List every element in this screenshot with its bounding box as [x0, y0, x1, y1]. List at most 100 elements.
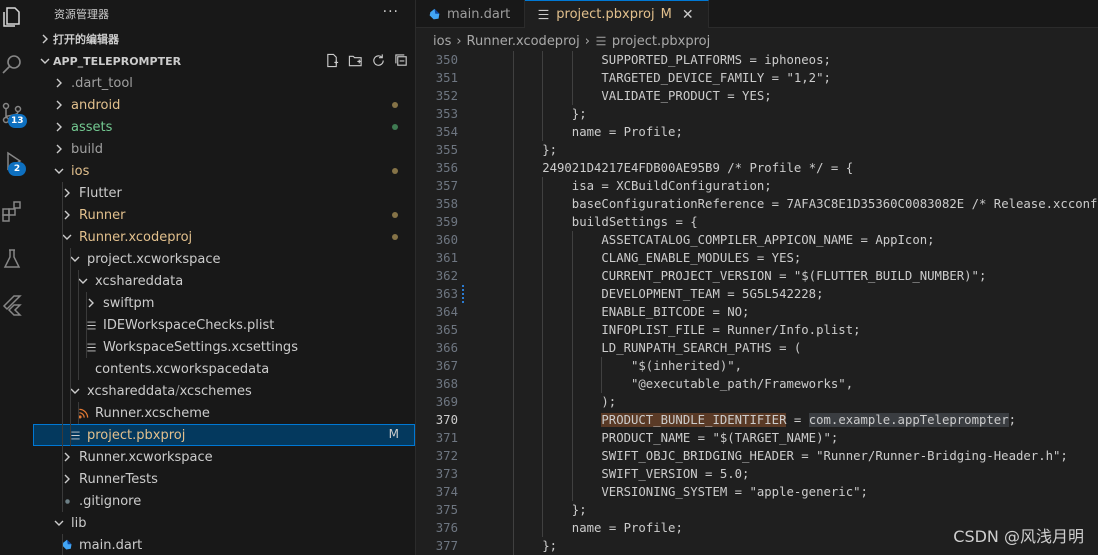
- line-number: 356: [435, 161, 458, 175]
- flutter-icon[interactable]: [0, 288, 33, 322]
- indent-guide: [542, 303, 544, 321]
- tree-item[interactable]: Runner: [33, 204, 415, 226]
- tree-item[interactable]: contents.xcworkspacedata: [33, 358, 415, 380]
- tree-item[interactable]: .dart_tool: [33, 72, 415, 94]
- tree-item[interactable]: swiftpm: [33, 292, 415, 314]
- indent-guide: [512, 105, 514, 123]
- breadcrumb-separator-icon: ›: [456, 33, 462, 49]
- line-number: 372: [435, 449, 458, 463]
- line-number: 366: [435, 341, 458, 355]
- tab-main-dart[interactable]: main.dart: [416, 0, 526, 28]
- indent-guide: [542, 447, 544, 465]
- tree-item[interactable]: Runner.xcworkspace: [33, 446, 415, 468]
- indent-guide: [542, 483, 544, 501]
- new-folder-icon[interactable]: [348, 53, 363, 68]
- code-text: INFOPLIST_FILE = Runner/Info.plist;: [601, 323, 861, 337]
- tree-item-label: lib: [71, 515, 87, 531]
- tree-item[interactable]: lib: [33, 512, 415, 534]
- indent-guide: [62, 402, 63, 424]
- indent-guide: [62, 270, 63, 292]
- indent-guide: [512, 411, 514, 429]
- breadcrumb-item[interactable]: project.pbxproj: [612, 34, 710, 49]
- line-number: 364: [435, 305, 458, 319]
- git-status-dot: [392, 102, 398, 108]
- indent-guide: [542, 429, 544, 447]
- indent-guide: [571, 357, 573, 375]
- breadcrumb-item[interactable]: ios: [433, 34, 451, 49]
- indent-guide: [571, 69, 573, 87]
- indent-guide: [571, 411, 573, 429]
- indent-guide: [512, 465, 514, 483]
- list-file-icon: [537, 8, 550, 21]
- tree-item[interactable]: Flutter: [33, 182, 415, 204]
- close-tab-icon[interactable]: ✕: [682, 7, 694, 23]
- indent-guide: [542, 285, 544, 303]
- tree-item-label: assets: [71, 119, 113, 135]
- tree-item-label: contents.xcworkspacedata: [95, 361, 270, 377]
- tree-item[interactable]: assets: [33, 116, 415, 138]
- indent-guide: [70, 314, 71, 336]
- line-number: 353: [435, 107, 458, 121]
- indent-guide: [512, 429, 514, 447]
- tree-item[interactable]: android: [33, 94, 415, 116]
- open-editors-section[interactable]: 打开的编辑器: [33, 28, 415, 50]
- chevron-right-icon: [52, 76, 66, 90]
- code-line: 354 name = Profile;: [416, 123, 1098, 141]
- line-number: 357: [435, 179, 458, 193]
- tree-item[interactable]: .gitignore: [33, 490, 415, 512]
- tree-item[interactable]: ios: [33, 160, 415, 182]
- tree-item[interactable]: Runner.xcodeproj: [33, 226, 415, 248]
- code-line: 373 SWIFT_VERSION = 5.0;: [416, 465, 1098, 483]
- code-editor[interactable]: 350 SUPPORTED_PLATFORMS = iphoneos; 351 TAR…: [416, 51, 1098, 555]
- code-line: 362 CURRENT_PROJECT_VERSION = "$(FLUTTER_…: [416, 267, 1098, 285]
- tree-item-label: .dart_tool: [71, 75, 133, 91]
- tree-item[interactable]: Runner.xcscheme: [33, 402, 415, 424]
- indent-guide: [78, 336, 79, 358]
- indent-guide: [62, 358, 63, 380]
- source-control-icon[interactable]: 13: [0, 96, 33, 130]
- explorer-icon[interactable]: [0, 0, 33, 34]
- indent-guide: [62, 380, 63, 402]
- tree-item[interactable]: IDEWorkspaceChecks.plist: [33, 314, 415, 336]
- indent-guide: [70, 424, 71, 446]
- line-number: 360: [435, 233, 458, 247]
- indent-guide: [542, 321, 544, 339]
- tree-item[interactable]: xcshareddata / xcschemes: [33, 380, 415, 402]
- indent-guide: [512, 159, 514, 177]
- tree-item[interactable]: build: [33, 138, 415, 160]
- code-line: 367 "$(inherited)",: [416, 357, 1098, 375]
- project-section[interactable]: APP_TELEPROMPTER: [33, 50, 415, 72]
- new-file-icon[interactable]: [325, 53, 340, 68]
- tree-item[interactable]: RunnerTests: [33, 468, 415, 490]
- run-debug-icon[interactable]: 2: [0, 144, 33, 178]
- indent-guide: [542, 501, 544, 519]
- tree-item[interactable]: project.pbxproj M: [33, 424, 415, 446]
- more-actions-icon[interactable]: ···: [383, 4, 399, 20]
- extensions-icon[interactable]: [0, 194, 33, 228]
- tab-project-pbxproj[interactable]: project.pbxproj M ✕: [525, 0, 709, 28]
- tree-item[interactable]: xcshareddata: [33, 270, 415, 292]
- tree-item-label: xcshareddata: [87, 383, 176, 399]
- tree-item[interactable]: main.dart: [33, 534, 415, 555]
- tree-item-label: IDEWorkspaceChecks.plist: [103, 317, 275, 333]
- indent-guide: [512, 375, 514, 393]
- collapse-all-icon[interactable]: [394, 53, 409, 68]
- breadcrumb-item[interactable]: Runner.xcodeproj: [467, 34, 580, 49]
- chevron-right-icon: [37, 34, 53, 44]
- indent-guide: [86, 292, 87, 314]
- code-text: VERSIONING_SYSTEM = "apple-generic";: [601, 485, 868, 499]
- testing-icon[interactable]: [0, 242, 33, 276]
- activity-bar: 13 2: [0, 0, 33, 555]
- tree-item[interactable]: WorkspaceSettings.xcsettings: [33, 336, 415, 358]
- tree-item[interactable]: project.xcworkspace: [33, 248, 415, 270]
- search-icon[interactable]: [0, 48, 33, 82]
- code-text: "@executable_path/Frameworks",: [631, 377, 854, 391]
- tree-item-label: Runner: [79, 207, 126, 223]
- file-tree: .dart_toolandroid assets build ios Flutter Ru…: [33, 72, 415, 555]
- indent-guide: [542, 357, 544, 375]
- list-file-icon: [595, 35, 607, 47]
- indent-guide: [62, 490, 63, 512]
- code-text: "$(inherited)",: [631, 359, 743, 373]
- indent-guide: [70, 380, 71, 402]
- refresh-icon[interactable]: [371, 53, 386, 68]
